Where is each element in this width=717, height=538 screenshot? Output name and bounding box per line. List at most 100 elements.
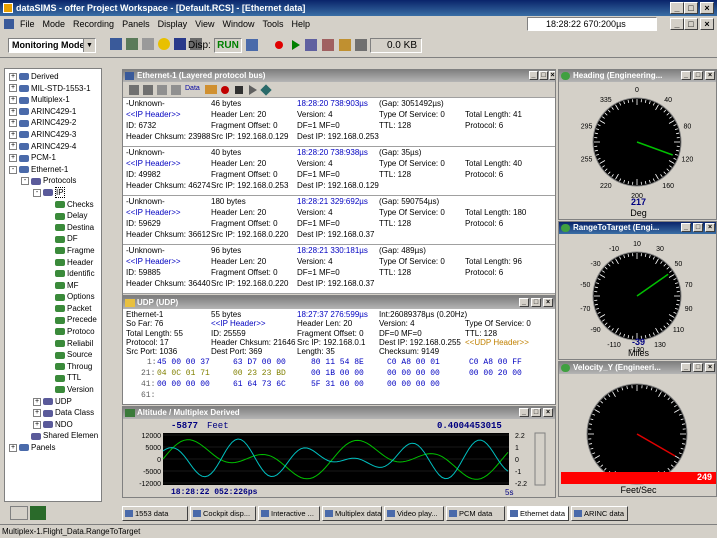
menu-mode[interactable]: Mode bbox=[43, 19, 66, 29]
gauge-title-bar[interactable]: Heading (Engineering... _ □ × bbox=[559, 70, 716, 82]
expand-icon[interactable]: + bbox=[9, 119, 17, 128]
down-arrow-icon[interactable] bbox=[157, 85, 167, 95]
tree-item[interactable]: Delay bbox=[9, 210, 101, 222]
expand-icon[interactable]: + bbox=[9, 154, 17, 163]
record-small-icon[interactable] bbox=[221, 86, 229, 94]
window-tab[interactable]: Multiplex data bbox=[322, 506, 382, 521]
layout-icon[interactable] bbox=[110, 38, 122, 50]
gauge-maximize-button[interactable]: □ bbox=[693, 223, 703, 232]
tree-item[interactable]: + PCM-1 bbox=[9, 152, 101, 164]
gauge-title-bar[interactable]: Velocity_Y (Engineeri... _ □ × bbox=[559, 362, 716, 374]
tree-item[interactable]: + MIL-STD-1553-1 bbox=[9, 83, 101, 95]
tree-item[interactable]: Header bbox=[9, 257, 101, 269]
pin-icon[interactable] bbox=[171, 85, 181, 95]
menu-view[interactable]: View bbox=[195, 19, 214, 29]
expand-icon[interactable]: + bbox=[33, 420, 41, 429]
hex-row[interactable]: 21: 04 0C 01 71 00 23 23 BD 00 1B 00 00 00 0… bbox=[123, 368, 555, 379]
tree-item[interactable]: Identific bbox=[9, 268, 101, 280]
window-tab[interactable]: Cockpit disp... bbox=[190, 506, 256, 521]
tree-item[interactable]: DF bbox=[9, 233, 101, 245]
hex-row[interactable]: 1: 45 00 00 37 63 D7 00 00 80 11 54 8E C0 A8… bbox=[123, 357, 555, 368]
gauge-close-button[interactable]: × bbox=[705, 363, 715, 372]
expand-icon[interactable]: + bbox=[9, 84, 17, 93]
close-button[interactable]: × bbox=[700, 2, 714, 14]
tree-item[interactable]: + UDP bbox=[9, 396, 101, 408]
child-restore-button[interactable]: □ bbox=[684, 18, 698, 30]
tree-item[interactable]: - IP bbox=[9, 186, 101, 199]
tree-item[interactable]: Source bbox=[9, 349, 101, 361]
altitude-plot[interactable]: 12000 5000 0 -5000 -12000 2.2 1 0 -1 -2.2 bbox=[123, 431, 555, 487]
gauge-close-button[interactable]: × bbox=[705, 71, 715, 80]
udp-hex-dump[interactable]: 1: 45 00 00 37 63 D7 00 00 80 11 54 8E C0 A8… bbox=[123, 357, 555, 403]
expand-icon[interactable]: + bbox=[9, 107, 17, 116]
tree-item[interactable]: Reliabil bbox=[9, 338, 101, 350]
tree-item[interactable]: + NDO bbox=[9, 419, 101, 431]
tree-item[interactable]: + Data Class bbox=[9, 407, 101, 419]
gauge-minimize-button[interactable]: _ bbox=[681, 71, 691, 80]
tree-item[interactable]: TTL bbox=[9, 372, 101, 384]
gauge-maximize-button[interactable]: □ bbox=[693, 363, 703, 372]
tree-item[interactable]: Packet bbox=[9, 303, 101, 315]
tree-item[interactable]: + Multiplex-1 bbox=[9, 94, 101, 106]
tree-tab-icon[interactable] bbox=[10, 506, 28, 520]
altitude-scrollbar[interactable] bbox=[534, 432, 546, 486]
tree-item[interactable]: Fragme bbox=[9, 245, 101, 257]
tree-icon[interactable] bbox=[126, 38, 138, 50]
udp-close-button[interactable]: × bbox=[543, 298, 553, 307]
expand-icon[interactable]: + bbox=[9, 443, 17, 452]
expand-icon[interactable]: + bbox=[33, 409, 41, 418]
altitude-minimize-button[interactable]: _ bbox=[519, 408, 529, 417]
grid-tab-icon[interactable] bbox=[30, 506, 46, 520]
tools-icon[interactable] bbox=[142, 38, 154, 50]
tree-item[interactable]: - Ethernet-1 bbox=[9, 164, 101, 176]
udp-maximize-button[interactable]: □ bbox=[531, 298, 541, 307]
step-icon[interactable] bbox=[322, 39, 334, 51]
tree-item[interactable]: Options bbox=[9, 291, 101, 303]
pause-icon[interactable] bbox=[305, 39, 317, 51]
display-window-icon[interactable] bbox=[246, 39, 258, 51]
expand-icon[interactable]: + bbox=[33, 397, 41, 406]
filter-icon[interactable] bbox=[129, 85, 139, 95]
mode-select[interactable]: Monitoring Mode ▼ bbox=[8, 38, 96, 53]
tree-item[interactable]: Destina bbox=[9, 222, 101, 234]
packet-record[interactable]: -Unknown- 46 bytes 18:28:20 738:903µs (Gap:… bbox=[123, 98, 555, 147]
window-tab[interactable]: Ethernet data bbox=[507, 506, 569, 521]
tree-item[interactable]: Version bbox=[9, 384, 101, 396]
menu-display[interactable]: Display bbox=[158, 19, 188, 29]
record-icon[interactable] bbox=[275, 41, 283, 49]
child-minimize-button[interactable]: _ bbox=[670, 18, 684, 30]
tree-item[interactable]: Throug bbox=[9, 361, 101, 373]
tree-item[interactable]: Checks bbox=[9, 199, 101, 211]
gauge-minimize-button[interactable]: _ bbox=[681, 223, 691, 232]
menu-window[interactable]: Window bbox=[222, 19, 254, 29]
packet-record[interactable]: -Unknown- 40 bytes 18:28:20 738:938µs (Gap:… bbox=[123, 147, 555, 196]
menu-panels[interactable]: Panels bbox=[122, 19, 150, 29]
tree-item[interactable]: + Derived bbox=[9, 71, 101, 83]
collapse-icon[interactable]: - bbox=[9, 165, 17, 174]
tree-item[interactable]: + ARINC429-2 bbox=[9, 117, 101, 129]
tree-item[interactable]: Protoco bbox=[9, 326, 101, 338]
expand-icon[interactable]: + bbox=[9, 72, 17, 81]
ethernet-close-button[interactable]: × bbox=[549, 71, 555, 80]
play-small-icon[interactable] bbox=[249, 85, 257, 95]
tree-item[interactable]: + Panels bbox=[9, 442, 101, 454]
gauge-title-bar[interactable]: RangeToTarget (Engi... _ □ × bbox=[559, 222, 716, 234]
menu-tools[interactable]: Tools bbox=[262, 19, 283, 29]
altitude-close-button[interactable]: × bbox=[543, 408, 553, 417]
ethernet-window-title[interactable]: Ethernet-1 (Layered protocol bus) _ □ × bbox=[123, 70, 555, 82]
diamond-icon[interactable] bbox=[260, 84, 272, 96]
expand-icon[interactable]: + bbox=[9, 130, 17, 139]
tree-item[interactable]: Shared Elemen bbox=[9, 430, 101, 442]
altitude-maximize-button[interactable]: □ bbox=[531, 408, 541, 417]
collapse-icon[interactable]: - bbox=[21, 177, 29, 186]
ethernet-record-list[interactable]: -Unknown- 46 bytes 18:28:20 738:903µs (Gap:… bbox=[123, 98, 555, 294]
window-tab[interactable]: 1553 data bbox=[122, 506, 188, 521]
mail-icon[interactable] bbox=[205, 85, 217, 94]
menu-recording[interactable]: Recording bbox=[73, 19, 114, 29]
data-button[interactable]: Data bbox=[185, 85, 200, 92]
tree-item[interactable]: Precede bbox=[9, 314, 101, 326]
expand-icon[interactable]: + bbox=[9, 96, 17, 105]
tree-item[interactable]: + ARINC429-1 bbox=[9, 106, 101, 118]
maximize-button[interactable]: □ bbox=[684, 2, 698, 14]
ethernet-minimize-button[interactable]: _ bbox=[529, 71, 538, 80]
